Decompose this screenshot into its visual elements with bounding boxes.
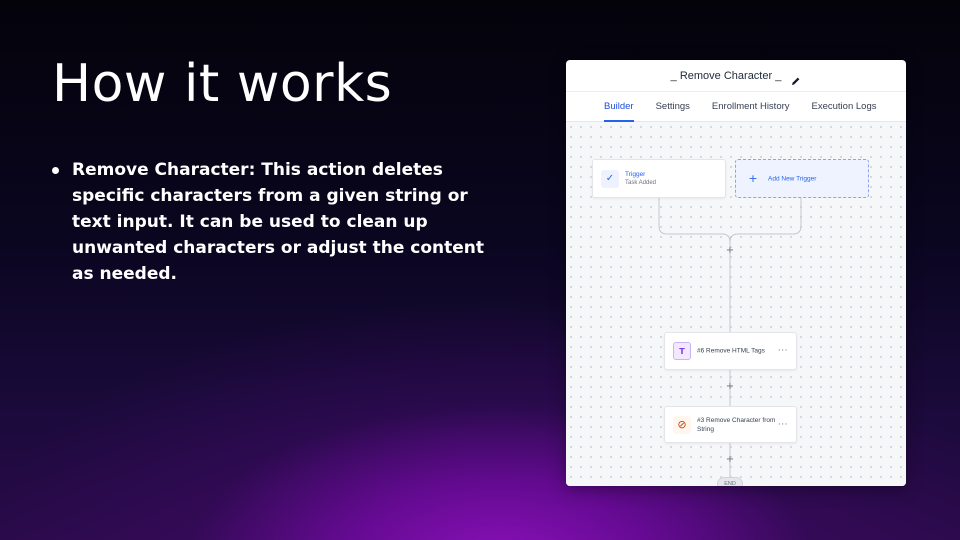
- workflow-header: _ Remove Character _: [566, 60, 906, 92]
- tab-settings[interactable]: Settings: [656, 92, 690, 122]
- action-label: #6 Remove HTML Tags: [697, 347, 765, 355]
- trigger-sub: Task Added: [625, 179, 657, 186]
- add-trigger-label: Add New Trigger: [768, 175, 817, 182]
- action-label: #3 Remove Character from: [697, 416, 776, 424]
- tab-builder[interactable]: Builder: [604, 92, 634, 122]
- add-step-plus[interactable]: +: [726, 246, 734, 256]
- add-new-trigger-button[interactable]: + Add New Trigger: [735, 159, 869, 198]
- workflow-title: _ Remove Character _: [670, 69, 782, 82]
- bullet-item: Remove Character: This action deletes sp…: [52, 157, 502, 287]
- tab-enrollment-history[interactable]: Enrollment History: [712, 92, 790, 122]
- slide-title: How it works: [52, 54, 393, 114]
- text-format-icon: T: [673, 342, 691, 360]
- add-step-plus[interactable]: +: [726, 382, 734, 392]
- end-pill: END: [717, 477, 743, 486]
- check-icon: ✓: [601, 169, 619, 188]
- plus-icon: +: [748, 172, 758, 185]
- block-icon: ⊘: [673, 415, 691, 434]
- action-node-remove-character[interactable]: ⊘ #3 Remove Character from String ···: [664, 406, 797, 443]
- bullet-list: Remove Character: This action deletes sp…: [52, 157, 502, 287]
- workflow-builder-screenshot: _ Remove Character _ Builder Settings En…: [566, 60, 906, 486]
- action-node-remove-html-tags[interactable]: T #6 Remove HTML Tags ···: [664, 332, 797, 370]
- add-step-plus[interactable]: +: [726, 455, 734, 465]
- trigger-label: Trigger: [625, 170, 646, 178]
- pencil-icon[interactable]: [791, 71, 801, 85]
- action-label-line2: String: [697, 425, 714, 433]
- tab-execution-logs[interactable]: Execution Logs: [812, 92, 877, 122]
- workflow-canvas[interactable]: ✓ Trigger Task Added + Add New Trigger +…: [566, 122, 906, 486]
- workflow-tabs: Builder Settings Enrollment History Exec…: [566, 92, 906, 122]
- bullet-dot: [52, 167, 59, 174]
- trigger-node[interactable]: ✓ Trigger Task Added: [592, 159, 726, 198]
- more-options-icon[interactable]: ···: [778, 420, 788, 430]
- bullet-text: Remove Character: This action deletes sp…: [72, 160, 485, 284]
- more-options-icon[interactable]: ···: [778, 346, 788, 356]
